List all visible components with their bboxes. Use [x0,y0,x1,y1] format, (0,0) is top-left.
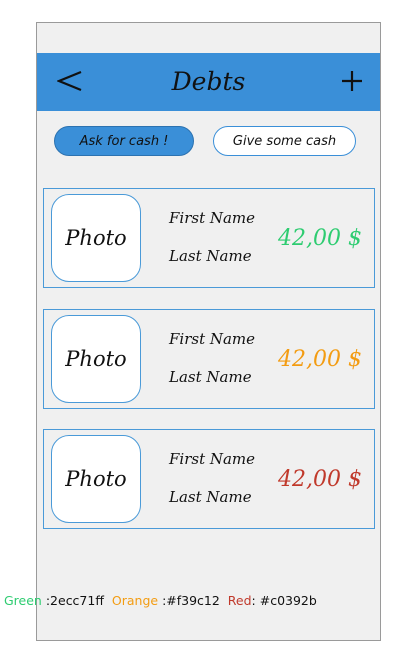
debt-card[interactable]: Photo First Name Last Name 42,00 $ [43,309,375,409]
legend-green-value: :2ecc71ff [41,593,104,608]
ask-for-cash-tab[interactable]: Ask for cash ! [54,126,194,156]
legend-red-value: : #c0392b [251,593,317,608]
header-bar: Debts [37,53,380,111]
legend-orange-label: Orange [111,593,159,608]
page-title: Debts [171,67,246,96]
debt-amount: 42,00 $ [278,467,362,492]
back-button[interactable] [55,63,85,99]
debt-amount: 42,00 $ [278,226,362,251]
legend-red-label: Red [227,593,252,608]
debt-amount: 42,00 $ [278,347,362,372]
debt-card[interactable]: Photo First Name Last Name 42,00 $ [43,429,375,529]
last-name: Last Name [169,488,252,506]
debt-card[interactable]: Photo First Name Last Name 42,00 $ [43,188,375,288]
color-legend: Green :2ecc71ff Orange :#f39c12 Red: #c0… [4,593,317,608]
plus-icon [342,71,362,91]
first-name: First Name [169,450,256,468]
photo-placeholder[interactable]: Photo [51,315,141,403]
first-name: First Name [169,209,256,227]
legend-green-label: Green [4,593,42,608]
give-some-cash-tab[interactable]: Give some cash [213,126,356,156]
phone-frame: Debts Ask for cash ! Give some cash Phot… [36,22,381,641]
add-button[interactable] [334,63,370,99]
legend-orange-value: :#f39c12 [158,593,220,608]
chevron-left-icon [57,70,82,92]
first-name: First Name [169,330,256,348]
photo-placeholder[interactable]: Photo [51,435,141,523]
last-name: Last Name [169,368,252,386]
last-name: Last Name [169,247,252,265]
photo-placeholder[interactable]: Photo [51,194,141,282]
